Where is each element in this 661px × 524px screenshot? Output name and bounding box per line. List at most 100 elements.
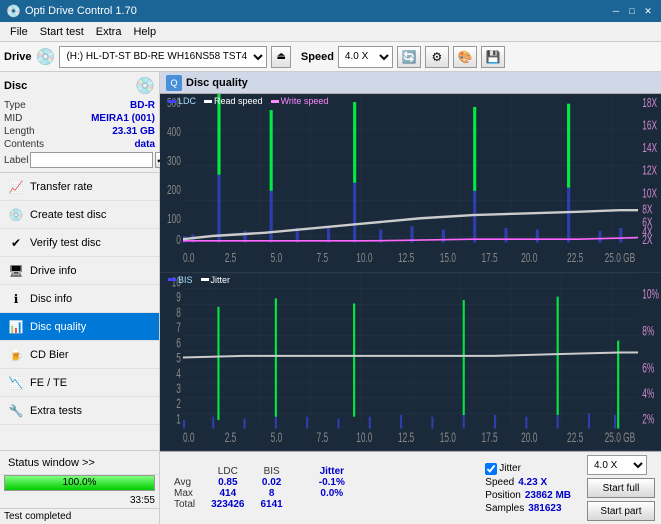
- jitter-checkbox[interactable]: [485, 463, 497, 475]
- avg-bis: 0.02: [253, 477, 291, 488]
- svg-text:5.0: 5.0: [271, 251, 283, 265]
- svg-text:15.0: 15.0: [440, 251, 456, 265]
- drive-icon: 💿: [36, 47, 56, 67]
- menu-help[interactable]: Help: [127, 24, 162, 40]
- disc-panel: Disc 💿 Type BD-R MID MEIRA1 (001) Length…: [0, 72, 159, 173]
- legend-read-speed: Read speed: [204, 96, 263, 106]
- ldc-legend-label: LDC: [178, 96, 196, 106]
- svg-text:16X: 16X: [642, 119, 657, 133]
- title-bar: 💿 Opti Drive Control 1.70 ─ □ ✕: [0, 0, 661, 22]
- contents-label: Contents: [4, 139, 44, 150]
- chart2-legend: BIS Jitter: [168, 275, 230, 285]
- bis-legend-label: BIS: [178, 275, 193, 285]
- svg-text:2X: 2X: [642, 233, 653, 247]
- nav-item-verify-test-disc-label: Verify test disc: [30, 237, 101, 249]
- svg-text:7: 7: [176, 321, 181, 335]
- svg-text:0.0: 0.0: [183, 251, 195, 265]
- avg-ldc: 0.85: [203, 477, 252, 488]
- close-button[interactable]: ✕: [641, 4, 655, 18]
- stats-speed-select[interactable]: 4.0 X: [587, 455, 647, 475]
- max-label: Max: [166, 488, 203, 499]
- speed-select[interactable]: 4.0 X 1.0 X 2.0 X 6.0 X 8.0 X: [338, 46, 393, 68]
- nav-item-verify-test-disc[interactable]: ✔ Verify test disc: [0, 229, 159, 257]
- jitter-header: Jitter: [311, 466, 353, 477]
- svg-text:22.5: 22.5: [567, 431, 583, 445]
- maximize-button[interactable]: □: [625, 4, 639, 18]
- svg-text:5.0: 5.0: [271, 431, 283, 445]
- minimize-button[interactable]: ─: [609, 4, 623, 18]
- start-full-button[interactable]: Start full: [587, 478, 655, 498]
- progress-text: 100.0%: [5, 476, 154, 490]
- nav-item-create-test-disc[interactable]: 💿 Create test disc: [0, 201, 159, 229]
- svg-text:10%: 10%: [642, 287, 659, 301]
- menu-extra[interactable]: Extra: [90, 24, 128, 40]
- refresh-button[interactable]: 🔄: [397, 46, 421, 68]
- nav-item-fe-te[interactable]: 📉 FE / TE: [0, 369, 159, 397]
- type-label: Type: [4, 100, 26, 111]
- title-bar-title: 💿 Opti Drive Control 1.70: [6, 4, 137, 18]
- svg-text:3: 3: [176, 382, 181, 396]
- chart2-svg: 10 9 8 7 6 5 4 3 2 1 10% 8% 6% 4% 2%: [160, 273, 661, 451]
- speed-label: Speed: [301, 51, 334, 63]
- svg-text:8%: 8%: [642, 324, 654, 338]
- svg-text:14X: 14X: [642, 141, 657, 155]
- nav-items: 📈 Transfer rate 💿 Create test disc ✔ Ver…: [0, 173, 159, 450]
- nav-item-transfer-rate[interactable]: 📈 Transfer rate: [0, 173, 159, 201]
- nav-item-drive-info[interactable]: 🖥 Drive info: [0, 257, 159, 285]
- svg-text:20.0: 20.0: [521, 251, 537, 265]
- total-label: Total: [166, 499, 203, 510]
- nav-item-extra-tests-label: Extra tests: [30, 405, 82, 417]
- nav-item-extra-tests[interactable]: 🔧 Extra tests: [0, 397, 159, 425]
- menu-file[interactable]: File: [4, 24, 34, 40]
- svg-text:18X: 18X: [642, 96, 657, 110]
- samples-label: Samples: [485, 503, 524, 514]
- nav-item-cd-bier[interactable]: 🍺 CD Bier: [0, 341, 159, 369]
- stats-max-row: Max 414 8 0.0%: [166, 488, 353, 499]
- svg-text:0.0: 0.0: [183, 431, 195, 445]
- svg-text:12X: 12X: [642, 164, 657, 178]
- svg-text:10.0: 10.0: [356, 251, 372, 265]
- svg-text:9: 9: [176, 290, 181, 304]
- app-title: Opti Drive Control 1.70: [25, 5, 137, 17]
- nav-item-fe-te-label: FE / TE: [30, 377, 67, 389]
- svg-text:2.5: 2.5: [225, 251, 237, 265]
- sidebar: Disc 💿 Type BD-R MID MEIRA1 (001) Length…: [0, 72, 160, 524]
- start-part-button[interactable]: Start part: [587, 501, 655, 521]
- position-row: Position 23862 MB: [485, 490, 571, 501]
- main-layout: Disc 💿 Type BD-R MID MEIRA1 (001) Length…: [0, 72, 661, 524]
- nav-item-disc-quality[interactable]: 📊 Disc quality: [0, 313, 159, 341]
- color-button[interactable]: 🎨: [453, 46, 477, 68]
- verify-test-disc-icon: ✔: [8, 235, 24, 251]
- save-button[interactable]: 💾: [481, 46, 505, 68]
- stats-total-row: Total 323426 6141: [166, 499, 353, 510]
- status-section: Status window >> 100.0% 33:55: [0, 450, 159, 508]
- write-speed-legend-label: Write speed: [281, 96, 329, 106]
- speed-row-value: 4.23 X: [518, 477, 547, 488]
- write-speed-legend-dot: [271, 100, 279, 103]
- max-ldc: 414: [203, 488, 252, 499]
- disc-quality-header-icon: Q: [166, 75, 182, 91]
- drive-select[interactable]: (H:) HL-DT-ST BD-RE WH16NS58 TST4: [59, 46, 267, 68]
- avg-jitter: -0.1%: [311, 477, 353, 488]
- status-window-link[interactable]: Status window >>: [0, 451, 159, 475]
- svg-text:10X: 10X: [642, 187, 657, 201]
- eject-button[interactable]: ⏏: [271, 46, 290, 68]
- svg-text:25.0 GB: 25.0 GB: [605, 251, 636, 265]
- nav-item-disc-info-label: Disc info: [30, 293, 72, 305]
- settings-button[interactable]: ⚙: [425, 46, 449, 68]
- svg-text:100: 100: [167, 212, 181, 226]
- nav-item-transfer-rate-label: Transfer rate: [30, 181, 93, 193]
- menu-start-test[interactable]: Start test: [34, 24, 90, 40]
- svg-text:400: 400: [167, 125, 181, 139]
- nav-item-disc-info[interactable]: ℹ Disc info: [0, 285, 159, 313]
- charts-area: LDC Read speed Write speed: [160, 94, 661, 451]
- nav-item-create-test-disc-label: Create test disc: [30, 209, 106, 221]
- label-input[interactable]: [30, 152, 153, 168]
- drive-info-icon: 🖥: [8, 263, 24, 279]
- svg-text:6%: 6%: [642, 361, 654, 375]
- jitter-check-row: Jitter: [485, 463, 571, 475]
- svg-text:4: 4: [176, 366, 181, 380]
- max-jitter: 0.0%: [311, 488, 353, 499]
- right-stats: Jitter Speed 4.23 X Position 23862 MB Sa…: [485, 463, 571, 514]
- nav-item-cd-bier-label: CD Bier: [30, 349, 69, 361]
